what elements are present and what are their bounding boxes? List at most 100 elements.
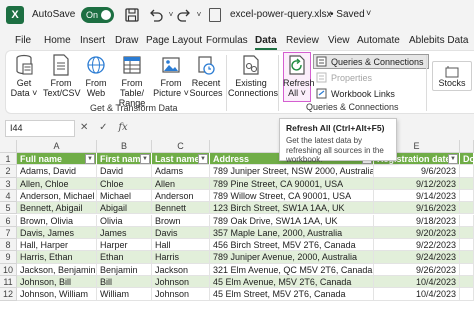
tab-page-layout[interactable]: Page Layout: [146, 35, 202, 46]
column-header-a[interactable]: A: [17, 140, 97, 153]
tab-review[interactable]: Review: [286, 35, 319, 46]
table-cell[interactable]: Harris, Ethan: [17, 251, 97, 264]
table-cell[interactable]: 45 Elm Avenue, M5V 2T6, Canada: [210, 276, 374, 289]
filter-dropdown-icon[interactable]: ▼: [198, 154, 208, 164]
table-cell[interactable]: Benjamin: [97, 263, 152, 276]
existing-connections-button[interactable]: Existing Connections: [228, 54, 278, 98]
redo-dropdown-icon[interactable]: ˅: [191, 7, 207, 23]
table-cell[interactable]: William: [97, 288, 152, 301]
table-cell[interactable]: 123 Birch Street, SW1A 1AA, UK: [210, 202, 374, 215]
table-cell[interactable]: 45 Elm Street, M5V 2T6, Canada: [210, 288, 374, 301]
table-cell[interactable]: 789 Juniper Street, NSW 2000, Australia: [210, 165, 374, 178]
recent-sources-button[interactable]: Recent Sources: [189, 54, 223, 98]
table-cell[interactable]: Olivia: [97, 214, 152, 227]
document-title[interactable]: excel-power-query.xlsx: [230, 9, 332, 20]
table-cell[interactable]: Davis, James: [17, 226, 97, 240]
tab-ablebits-data[interactable]: Ablebits Data: [409, 35, 468, 46]
table-cell[interactable]: Bill: [97, 276, 152, 289]
tab-draw[interactable]: Draw: [115, 35, 138, 46]
table-cell[interactable]: James: [97, 226, 152, 240]
row-number[interactable]: 9: [0, 251, 17, 264]
table-cell[interactable]: 789 Oak Drive, SW1A 1AA, UK: [210, 214, 374, 227]
row-number[interactable]: 8: [0, 239, 17, 252]
tab-insert[interactable]: Insert: [80, 35, 105, 46]
tab-view[interactable]: View: [328, 35, 350, 46]
spreadsheet-grid[interactable]: ABCDE1Full name▼First name▼Last name▼Add…: [0, 140, 474, 322]
table-cell[interactable]: [460, 177, 474, 190]
table-cell[interactable]: Jackson, Benjamin: [17, 263, 97, 276]
filter-dropdown-icon[interactable]: ▼: [85, 154, 95, 164]
column-header-f[interactable]: [460, 140, 474, 153]
table-cell[interactable]: [460, 189, 474, 203]
table-cell[interactable]: 456 Birch Street, M5V 2T6, Canada: [210, 239, 374, 252]
table-cell[interactable]: Adams: [152, 165, 210, 178]
row-number[interactable]: 7: [0, 226, 17, 240]
table-cell[interactable]: Davis: [152, 226, 210, 240]
stocks-button[interactable]: Stocks: [432, 61, 472, 91]
from-text-csv-button[interactable]: From Text/CSV: [43, 54, 81, 98]
table-cell[interactable]: [460, 165, 474, 178]
get-data-button[interactable]: Get Data ˅: [10, 54, 38, 98]
table-cell[interactable]: 789 Pine Street, CA 90001, USA: [210, 177, 374, 190]
filter-dropdown-icon[interactable]: ▼: [448, 154, 458, 164]
table-cell[interactable]: 789 Willow Street, CA 90001, USA: [210, 189, 374, 203]
row-number[interactable]: 4: [0, 189, 17, 203]
table-cell[interactable]: 9/16/2023: [374, 202, 460, 215]
properties-button[interactable]: Properties: [316, 72, 372, 83]
table-header-cell[interactable]: Dom: [460, 153, 474, 166]
refresh-all-button[interactable]: Refresh All ˅: [283, 54, 315, 98]
tab-home[interactable]: Home: [44, 35, 71, 46]
table-cell[interactable]: 9/12/2023: [374, 177, 460, 190]
table-cell[interactable]: Chloe: [97, 177, 152, 190]
table-cell[interactable]: 9/18/2023: [374, 214, 460, 227]
tab-file[interactable]: File: [15, 35, 31, 46]
row-number[interactable]: 3: [0, 177, 17, 190]
table-cell[interactable]: Anderson: [152, 189, 210, 203]
table-cell[interactable]: Harper: [97, 239, 152, 252]
table-cell[interactable]: [460, 239, 474, 252]
table-cell[interactable]: [460, 288, 474, 301]
queries-connections-button[interactable]: Queries & Connections: [313, 54, 429, 69]
filter-dropdown-icon[interactable]: ▼: [140, 154, 150, 164]
table-cell[interactable]: 9/6/2023: [374, 165, 460, 178]
table-cell[interactable]: Michael: [97, 189, 152, 203]
insert-function-icon[interactable]: fx: [118, 122, 127, 133]
table-cell[interactable]: [460, 214, 474, 227]
table-cell[interactable]: Hall: [152, 239, 210, 252]
table-cell[interactable]: Johnson: [152, 288, 210, 301]
table-cell[interactable]: 321 Elm Avenue, QC M5V 2T6, Canada: [210, 263, 374, 276]
table-cell[interactable]: 9/24/2023: [374, 251, 460, 264]
row-number[interactable]: 12: [0, 288, 17, 301]
table-cell[interactable]: [460, 263, 474, 276]
column-header-c[interactable]: C: [152, 140, 210, 153]
table-header-cell[interactable]: Full name ▼: [17, 153, 97, 166]
row-number[interactable]: 1: [0, 153, 17, 166]
from-web-button[interactable]: From Web: [82, 54, 110, 98]
enter-icon[interactable]: ✓: [99, 122, 107, 133]
table-cell[interactable]: 10/4/2023: [374, 288, 460, 301]
redo-icon[interactable]: [176, 7, 192, 23]
table-cell[interactable]: Harris: [152, 251, 210, 264]
table-cell[interactable]: Adams, David: [17, 165, 97, 178]
tab-automate[interactable]: Automate: [357, 35, 400, 46]
row-number[interactable]: 11: [0, 276, 17, 289]
table-cell[interactable]: 789 Juniper Avenue, 2000, Australia: [210, 251, 374, 264]
table-cell[interactable]: 9/26/2023: [374, 263, 460, 276]
table-cell[interactable]: [460, 251, 474, 264]
workbook-links-button[interactable]: Workbook Links: [316, 88, 395, 99]
table-header-cell[interactable]: First name ▼: [97, 153, 152, 166]
tab-formulas[interactable]: Formulas: [206, 35, 248, 46]
table-cell[interactable]: Allen, Chloe: [17, 177, 97, 190]
table-cell[interactable]: 9/22/2023: [374, 239, 460, 252]
undo-icon[interactable]: [148, 7, 164, 23]
tab-data[interactable]: Data: [255, 35, 277, 50]
table-cell[interactable]: David: [97, 165, 152, 178]
table-cell[interactable]: Hall, Harper: [17, 239, 97, 252]
cancel-icon[interactable]: ✕: [80, 122, 88, 133]
table-cell[interactable]: Ethan: [97, 251, 152, 264]
from-picture-button[interactable]: From Picture ˅: [152, 54, 190, 98]
table-cell[interactable]: Allen: [152, 177, 210, 190]
table-cell[interactable]: 9/20/2023: [374, 226, 460, 240]
save-icon[interactable]: [124, 7, 140, 23]
table-header-cell[interactable]: Last name ▼: [152, 153, 210, 166]
